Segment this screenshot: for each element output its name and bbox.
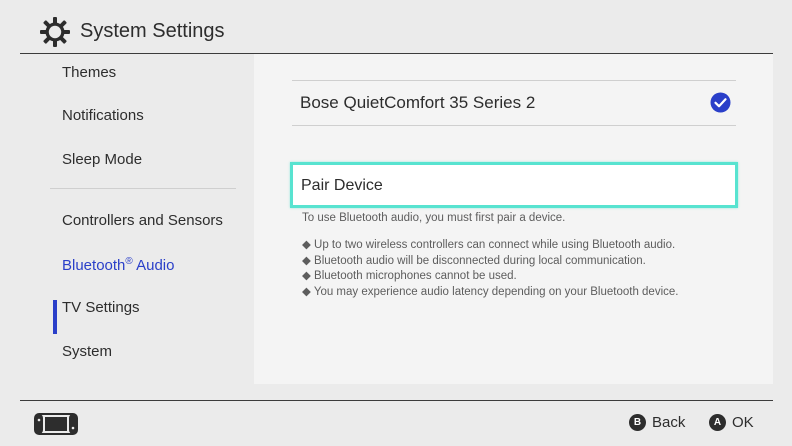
footer-divider: [20, 400, 773, 401]
ok-button[interactable]: A OK: [709, 414, 754, 434]
sidebar-item-controllers-and-sensors[interactable]: Controllers and Sensors: [62, 212, 223, 229]
list-divider-bottom: [292, 125, 736, 126]
sidebar-item-notifications[interactable]: Notifications: [62, 107, 144, 124]
sidebar-item-sleep-mode[interactable]: Sleep Mode: [62, 151, 142, 168]
back-button[interactable]: B Back: [629, 414, 685, 434]
sidebar-item-system[interactable]: System: [62, 343, 112, 360]
note-item: ◆ Bluetooth audio will be disconnected d…: [302, 254, 646, 267]
gear-icon: [40, 17, 70, 47]
back-label: Back: [652, 414, 686, 431]
header: System Settings: [0, 0, 792, 54]
device-name: Bose QuietComfort 35 Series 2: [300, 93, 536, 112]
sidebar-item-label: Bluetooth: [62, 257, 126, 274]
sidebar: Themes Notifications Sleep Mode Controll…: [20, 54, 254, 384]
pair-device-label: Pair Device: [301, 177, 383, 194]
a-button-icon: A: [709, 414, 726, 431]
paired-device-row[interactable]: Bose QuietComfort 35 Series 2: [292, 81, 736, 125]
sidebar-selection-indicator: [53, 300, 57, 334]
note-item: ◆ Up to two wireless controllers can con…: [302, 239, 676, 251]
main-panel: Bose QuietComfort 35 Series 2 Pair Devic…: [254, 54, 773, 384]
checkmark-circle-icon: [710, 92, 731, 113]
sidebar-item-bluetooth-audio[interactable]: Bluetooth® Audio: [62, 256, 174, 274]
sidebar-divider: [50, 188, 236, 189]
sidebar-item-themes[interactable]: Themes: [62, 64, 116, 81]
b-button-icon: B: [629, 414, 646, 431]
sidebar-item-label-suffix: Audio: [132, 257, 175, 274]
page-title: System Settings: [80, 20, 225, 42]
pair-device-button[interactable]: Pair Device: [290, 162, 738, 208]
notes-list: ◆ Up to two wireless controllers can con…: [302, 238, 678, 300]
note-item: ◆ You may experience audio latency depen…: [302, 285, 679, 298]
sidebar-item-tv-settings[interactable]: TV Settings: [62, 299, 140, 316]
note-item: ◆ Bluetooth microphones cannot be used.: [302, 270, 517, 282]
console-icon: [34, 413, 78, 435]
ok-label: OK: [732, 414, 754, 431]
pair-hint-text: To use Bluetooth audio, you must first p…: [302, 212, 566, 224]
registered-mark: ®: [125, 256, 133, 267]
